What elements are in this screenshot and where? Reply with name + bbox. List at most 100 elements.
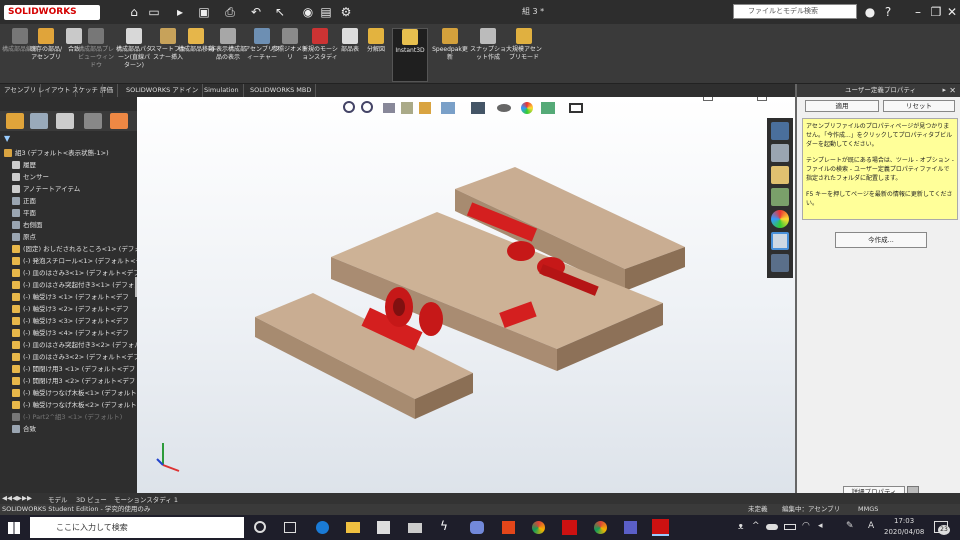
volume-icon[interactable]: ◂ xyxy=(818,521,823,531)
tree-item[interactable]: 正面 xyxy=(0,195,137,207)
tree-item[interactable]: (-) 軸受け3 <1> (デフォルト<デフ xyxy=(0,291,137,303)
select-cursor-icon[interactable]: ↖ xyxy=(272,4,288,20)
taskbar-search-input[interactable]: ここに入力して検索 xyxy=(30,517,244,538)
file-explorer-taskbar-icon[interactable] xyxy=(346,522,360,533)
instant3d-button[interactable]: Instant3D xyxy=(392,28,428,82)
mail-icon[interactable] xyxy=(408,523,422,533)
file-explorer-icon[interactable] xyxy=(771,166,789,184)
show-hidden-components-button[interactable]: 非表示構成部品の表示 xyxy=(210,28,246,82)
reset-button[interactable]: リセット xyxy=(883,100,955,112)
speedpak-update-button[interactable]: Speedpak更新 xyxy=(432,28,468,82)
pen-icon[interactable]: ✎ xyxy=(846,521,854,531)
home-icon[interactable]: ⌂ xyxy=(126,4,142,20)
tree-item[interactable]: (-) 軸受けつなげ木板<2> (デフォルト xyxy=(0,399,137,411)
tree-item[interactable]: (-) 開閉け用3 <1> (デフォルト<デフ xyxy=(0,363,137,375)
store-icon[interactable] xyxy=(377,521,390,534)
appearances-icon[interactable] xyxy=(771,210,789,228)
pane-close-icon[interactable]: ✕ xyxy=(949,86,956,95)
tree-item[interactable]: 右側面 xyxy=(0,219,137,231)
tree-item[interactable]: 履歴 xyxy=(0,159,137,171)
solidworks-forum-icon[interactable] xyxy=(771,254,789,272)
solidworks-resources-icon[interactable] xyxy=(771,122,789,140)
tree-item[interactable]: (-) 発泡スチロール<1> (デフォルト<デ xyxy=(0,255,137,267)
undo-icon[interactable]: ↶ xyxy=(248,4,264,20)
display-manager-tab-icon[interactable] xyxy=(110,113,128,129)
tree-item[interactable]: (-) 皿のはさみ3<1> (デフォルト<デフォ xyxy=(0,267,137,279)
tab-addins[interactable]: SOLIDWORKS アドイン xyxy=(122,84,204,97)
component-preview-button[interactable]: 構成部品プレビューウィンドウ xyxy=(78,28,114,82)
tab-model[interactable]: モデル xyxy=(48,494,68,504)
apply-button[interactable]: 適用 xyxy=(805,100,879,112)
tab-scroll-arrows[interactable]: ◀◀◀▶▶▶ xyxy=(2,494,32,502)
property-manager-tab-icon[interactable] xyxy=(30,113,48,129)
save-icon[interactable]: ▣ xyxy=(196,4,212,20)
tree-item[interactable]: (-) 皿のはさみ突起付き3<2> (デフォル xyxy=(0,339,137,351)
new-file-icon[interactable]: ▭ xyxy=(146,4,162,20)
edge-browser-icon[interactable] xyxy=(316,521,329,534)
solidworks-taskbar-icon[interactable] xyxy=(562,520,577,535)
clock-date[interactable]: 2020/04/08 xyxy=(884,528,924,536)
filter-icon[interactable]: ▼ xyxy=(4,135,14,143)
solidworks-logo[interactable]: SOLIDWORKS xyxy=(4,5,100,20)
options-gear-icon[interactable]: ⚙ xyxy=(338,4,354,20)
rebuild-traffic-light-icon[interactable]: ◉ xyxy=(300,4,316,20)
tree-item[interactable]: (-) 軸受け3 <4> (デフォルト<デフ xyxy=(0,327,137,339)
teams-icon[interactable] xyxy=(624,521,637,534)
pane-pin-icon[interactable]: ▸ xyxy=(942,86,946,94)
tree-item[interactable]: (-) 軸受け3 <3> (デフォルト<デフ xyxy=(0,315,137,327)
tab-3d-views[interactable]: 3D ビュー xyxy=(76,494,107,504)
restore-icon[interactable]: ❐ xyxy=(928,4,944,20)
tree-item[interactable]: 組3 (デフォルト<表示状態-1>) xyxy=(0,147,137,159)
solidworks-active-icon[interactable] xyxy=(652,519,669,536)
file-properties-icon[interactable]: ▤ xyxy=(318,4,334,20)
exploded-view-button[interactable]: 分解図 xyxy=(358,28,394,82)
task-view-icon[interactable] xyxy=(284,522,296,533)
battery-icon[interactable] xyxy=(784,524,796,530)
tree-item[interactable]: (-) Part2^組3 <1> (デフォルト) xyxy=(0,411,137,423)
discord-icon[interactable] xyxy=(470,521,484,534)
feature-tree-tab-icon[interactable] xyxy=(6,113,24,129)
assembly-model[interactable] xyxy=(137,97,795,493)
custom-properties-icon[interactable] xyxy=(771,232,789,250)
dimxpert-tab-icon[interactable] xyxy=(84,113,102,129)
tree-item[interactable]: (-) 皿のはさみ突起付き3<1> (デフォルト xyxy=(0,279,137,291)
tree-item[interactable]: センサー xyxy=(0,171,137,183)
tree-item[interactable]: (-) 開閉け用3 <2> (デフォルト<デフ xyxy=(0,375,137,387)
take-snapshot-button[interactable]: スナップショット作成 xyxy=(470,28,506,82)
onedrive-icon[interactable] xyxy=(766,524,778,530)
create-now-button[interactable]: 今作成... xyxy=(835,232,927,248)
linear-pattern-button[interactable]: 構成部品パターン(直線パターン) xyxy=(116,28,152,82)
graphics-area[interactable]: ✕ xyxy=(137,97,795,493)
windows-start-icon[interactable] xyxy=(8,522,20,534)
configuration-tab-icon[interactable] xyxy=(56,113,74,129)
search-input[interactable]: ファイルとモデル検索 xyxy=(733,4,857,19)
cortana-icon[interactable] xyxy=(254,521,266,533)
tree-item[interactable]: (-) 軸受け3 <2> (デフォルト<デフ xyxy=(0,303,137,315)
office-icon[interactable] xyxy=(502,521,515,534)
help-icon[interactable]: ? xyxy=(880,4,896,20)
tree-item[interactable]: (固定) おしだされるところ<1> (デフォルト xyxy=(0,243,137,255)
show-hidden-icons-icon[interactable]: ^ xyxy=(752,521,760,531)
wifi-icon[interactable]: ◠ xyxy=(802,521,810,531)
chrome-icon[interactable] xyxy=(532,521,545,534)
close-icon[interactable]: ✕ xyxy=(944,4,960,20)
tree-item[interactable]: 原点 xyxy=(0,231,137,243)
move-component-button[interactable]: 構成部品移動 xyxy=(178,28,214,82)
app-lightning-icon[interactable]: ϟ xyxy=(440,519,448,533)
chrome-2-icon[interactable] xyxy=(594,521,607,534)
open-folder-icon[interactable]: ▸ xyxy=(172,4,188,20)
design-library-icon[interactable] xyxy=(771,144,789,162)
clock-time[interactable]: 17:03 xyxy=(894,517,914,525)
tree-item[interactable]: (-) 軸受けつなげ木板<1> (デフォルト xyxy=(0,387,137,399)
view-palette-icon[interactable] xyxy=(771,188,789,206)
large-assembly-mode-button[interactable]: 大規模アセンブリモード xyxy=(506,28,542,82)
user-icon[interactable]: ● xyxy=(862,4,878,20)
print-icon[interactable]: ⎙ xyxy=(222,4,238,20)
units-selector[interactable]: MMGS xyxy=(858,504,878,515)
tab-simulation[interactable]: Simulation xyxy=(200,84,244,97)
ime-indicator[interactable]: A xyxy=(868,521,874,531)
people-icon[interactable]: ᴥ xyxy=(738,521,743,532)
tab-motion-study[interactable]: モーションスタディ 1 xyxy=(114,494,178,504)
tab-evaluate[interactable]: 評価 xyxy=(96,84,118,97)
tree-item[interactable]: アノテートアイテム xyxy=(0,183,137,195)
